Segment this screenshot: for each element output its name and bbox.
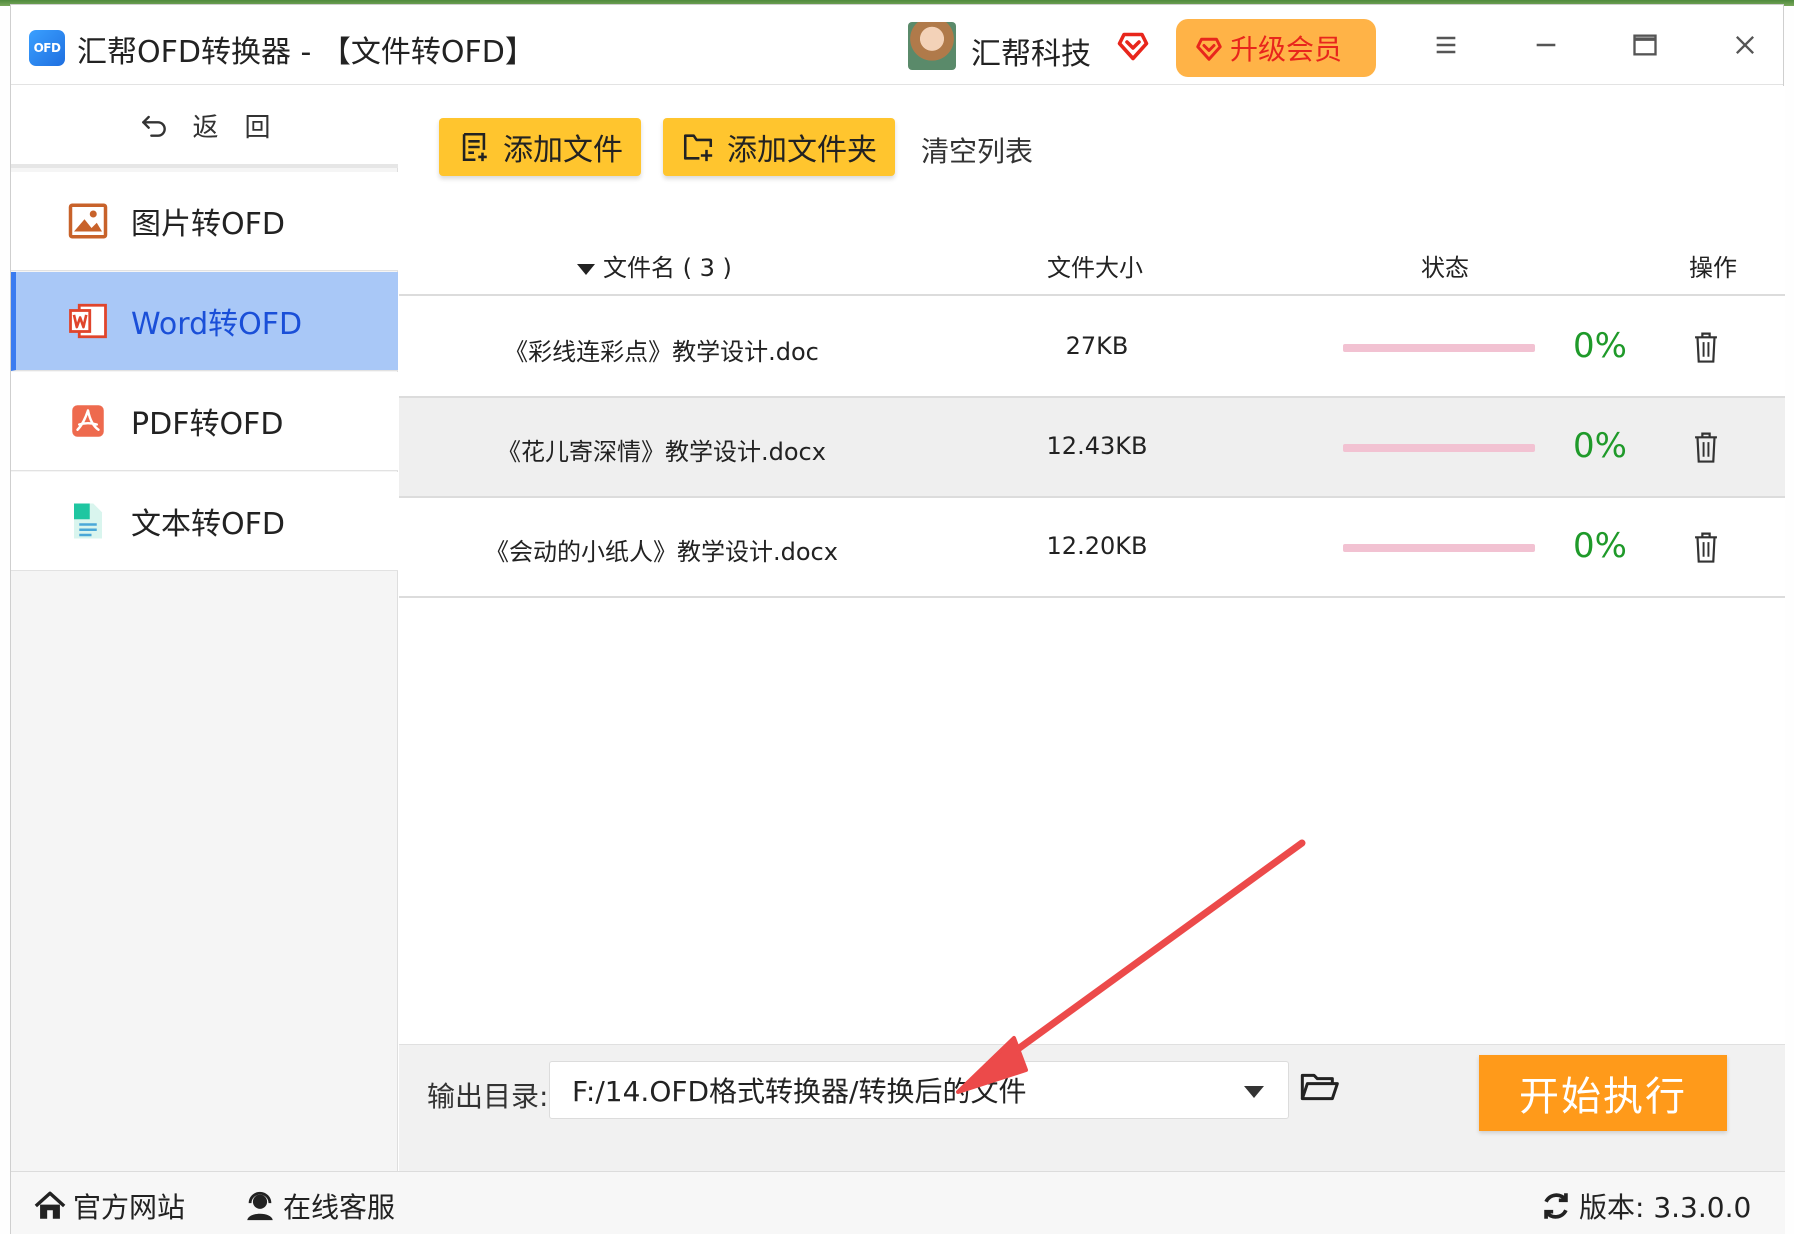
table-row[interactable]: 《会动的小纸人》教学设计.docx 12.20KB 0%: [399, 498, 1785, 598]
sort-down-icon: [577, 263, 595, 275]
back-arrow-icon: [142, 115, 167, 137]
vip-diamond-icon: [1196, 37, 1222, 61]
add-file-icon: [462, 132, 487, 162]
column-header-size: 文件大小: [1047, 254, 1143, 282]
file-size: 27KB: [1065, 332, 1129, 360]
close-button[interactable]: [1723, 23, 1767, 67]
minimize-icon: [1536, 43, 1556, 47]
sidebar-item-label: 图片转OFD: [131, 207, 285, 242]
add-folder-button[interactable]: 添加文件夹: [663, 118, 895, 176]
text-file-icon: [74, 503, 102, 539]
output-dir-select[interactable]: F:/14.OFD格式转换器/转换后的文件: [549, 1061, 1289, 1119]
back-button[interactable]: 返 回: [11, 86, 398, 168]
file-name: 《彩线连彩点》教学设计.doc: [504, 338, 819, 366]
column-header-name-label: 文件名 ( 3 ): [603, 254, 732, 282]
app-logo: OFD: [29, 30, 65, 66]
menu-button[interactable]: [1424, 23, 1468, 67]
sidebar-item-label: 文本转OFD: [131, 507, 285, 542]
file-name: 《会动的小纸人》教学设计.docx: [485, 538, 838, 566]
table-row[interactable]: 《花儿寄深情》教学设计.docx 12.43KB 0%: [399, 398, 1785, 498]
file-table-header: 文件名 ( 3 ) 文件大小 状态 操作: [399, 226, 1785, 296]
official-website-link[interactable]: 官方网站: [33, 1186, 185, 1226]
column-header-name[interactable]: 文件名 ( 3 ): [577, 248, 732, 283]
trash-icon[interactable]: [1691, 530, 1721, 564]
trash-icon[interactable]: [1691, 430, 1721, 464]
file-size: 12.20KB: [1046, 532, 1148, 560]
home-icon: [34, 1191, 66, 1219]
image-icon: [68, 203, 108, 239]
close-icon: [1736, 36, 1754, 54]
progress-bar: [1343, 344, 1535, 352]
title-bar: OFD 汇帮OFD转换器 - 【文件转OFD】 汇帮科技 升级会员: [11, 5, 1783, 85]
start-button[interactable]: 开始执行: [1479, 1055, 1727, 1131]
maximize-button[interactable]: [1623, 23, 1667, 67]
progress-bar: [1343, 544, 1535, 552]
maximize-icon: [1633, 34, 1657, 56]
progress-bar: [1343, 444, 1535, 452]
sidebar-item-text-to-ofd[interactable]: 文本转OFD: [11, 472, 398, 571]
progress-percent: 0%: [1573, 326, 1627, 366]
headset-support-icon: [247, 1191, 273, 1221]
open-folder-icon[interactable]: [1299, 1067, 1339, 1107]
minimize-button[interactable]: [1524, 23, 1568, 67]
support-label: 在线客服: [283, 1191, 396, 1224]
upgrade-vip-button[interactable]: 升级会员: [1176, 19, 1376, 77]
file-size: 12.43KB: [1046, 432, 1148, 460]
output-bar: 输出目录: F:/14.OFD格式转换器/转换后的文件 开始执行: [399, 1044, 1785, 1171]
user-name[interactable]: 汇帮科技: [971, 29, 1091, 73]
add-file-button[interactable]: 添加文件: [439, 118, 641, 176]
vip-heart-icon: [1117, 32, 1149, 61]
refresh-icon: [1544, 1193, 1568, 1219]
chevron-down-icon[interactable]: [1244, 1086, 1264, 1098]
progress-percent: 0%: [1573, 526, 1627, 566]
output-dir-value: F:/14.OFD格式转换器/转换后的文件: [572, 1075, 1027, 1108]
footer-bar: 官方网站 在线客服 版本: 3.3.0.0: [11, 1171, 1785, 1234]
website-label: 官方网站: [73, 1191, 186, 1224]
table-row[interactable]: 《彩线连彩点》教学设计.doc 27KB 0%: [399, 298, 1785, 398]
main-panel: 添加文件 添加文件夹 清空列表 文件名 ( 3 ) 文件大小 状态 操作 《彩线…: [399, 86, 1785, 1171]
word-icon: [69, 303, 107, 339]
sidebar-item-image-to-ofd[interactable]: 图片转OFD: [11, 172, 398, 271]
progress-percent: 0%: [1573, 426, 1627, 466]
sidebar: 返 回 图片转OFD Word转OFD PDF转OFD 文本转OFD: [11, 86, 398, 1171]
add-folder-icon: [683, 134, 713, 162]
online-support-link[interactable]: 在线客服: [243, 1186, 395, 1226]
add-file-label: 添加文件: [503, 133, 623, 168]
sidebar-item-label: Word转OFD: [131, 307, 303, 342]
file-name: 《花儿寄深情》教学设计.docx: [497, 438, 826, 466]
sidebar-item-label: PDF转OFD: [131, 407, 284, 442]
sidebar-item-pdf-to-ofd[interactable]: PDF转OFD: [11, 372, 398, 471]
clear-list-button[interactable]: 清空列表: [921, 130, 1033, 170]
hamburger-menu-icon: [1436, 36, 1456, 54]
upgrade-label: 升级会员: [1230, 33, 1343, 66]
window-title: 汇帮OFD转换器 - 【文件转OFD】: [77, 35, 535, 70]
sidebar-item-word-to-ofd[interactable]: Word转OFD: [11, 272, 398, 371]
output-dir-label: 输出目录:: [427, 1080, 549, 1113]
column-header-status: 状态: [1421, 254, 1469, 282]
back-label: 返 回: [192, 112, 271, 143]
trash-icon[interactable]: [1691, 330, 1721, 364]
add-folder-label: 添加文件夹: [727, 133, 877, 168]
app-window: OFD 汇帮OFD转换器 - 【文件转OFD】 汇帮科技 升级会员 返 回 图片…: [10, 4, 1785, 1234]
version-info[interactable]: 版本: 3.3.0.0: [1539, 1186, 1751, 1226]
pdf-icon: [72, 405, 104, 437]
version-label: 版本: 3.3.0.0: [1579, 1191, 1752, 1224]
avatar[interactable]: [908, 22, 956, 70]
column-header-op: 操作: [1689, 254, 1737, 282]
